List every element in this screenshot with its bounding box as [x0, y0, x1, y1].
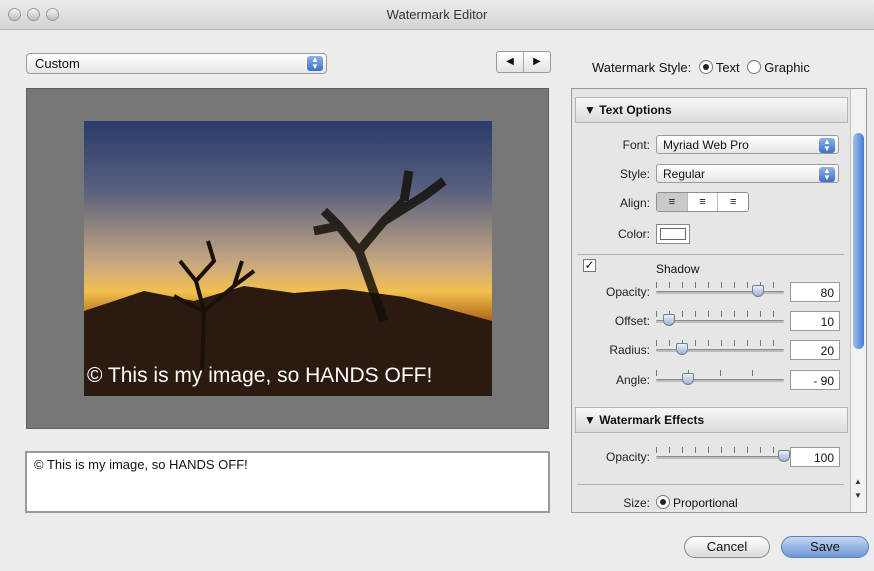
preview-area: © This is my image, so HANDS OFF!: [26, 88, 549, 429]
watermark-style-row: Watermark Style: Text Graphic: [592, 60, 810, 75]
watermark-text-input[interactable]: © This is my image, so HANDS OFF!: [25, 451, 550, 513]
watermark-effects-title: Watermark Effects: [599, 413, 705, 427]
shadow-offset-value[interactable]: 10: [790, 311, 840, 331]
disclosure-triangle-icon: ▼: [584, 413, 596, 427]
radio-proportional-icon[interactable]: [656, 495, 670, 509]
scroll-thumb[interactable]: [853, 133, 864, 349]
preview-photo: © This is my image, so HANDS OFF!: [84, 121, 492, 396]
align-label: Align:: [619, 196, 650, 210]
align-button-group: ≡ ≡ ≡: [656, 192, 749, 212]
color-swatch[interactable]: [656, 224, 690, 244]
text-options-title: Text Options: [599, 103, 672, 117]
preset-dropdown[interactable]: Custom ▲ ▼: [26, 53, 327, 74]
shadow-radius-label: Radius:: [609, 343, 650, 357]
effects-opacity-slider[interactable]: [656, 447, 790, 463]
photo-silhouette: [84, 170, 492, 396]
effects-opacity-value[interactable]: 100: [790, 447, 840, 467]
size-proportional-option[interactable]: Proportional: [656, 495, 738, 510]
watermark-effects-header[interactable]: ▼ Watermark Effects: [575, 407, 848, 433]
slider-thumb[interactable]: [675, 343, 688, 355]
disclosure-triangle-icon: ▼: [584, 103, 596, 117]
align-center-button[interactable]: ≡: [688, 193, 719, 211]
font-label: Font:: [622, 138, 650, 152]
dropdown-stepper-icon: ▲ ▼: [307, 56, 323, 71]
size-option-label: Proportional: [673, 496, 738, 510]
scroll-down-icon[interactable]: ▼: [854, 491, 862, 500]
shadow-angle-label: Angle:: [615, 373, 650, 387]
watermark-style-label: Watermark Style:: [592, 60, 692, 75]
title-bar: Watermark Editor: [0, 0, 874, 30]
font-dropdown[interactable]: Myriad Web Pro ▲ ▼: [656, 135, 839, 154]
style-dropdown[interactable]: Regular ▲ ▼: [656, 164, 839, 183]
radio-graphic-label[interactable]: Graphic: [764, 60, 810, 75]
preset-value: Custom: [35, 56, 80, 71]
cancel-button[interactable]: Cancel: [684, 536, 770, 558]
dropdown-stepper-icon: ▲ ▼: [819, 138, 835, 153]
divider: [577, 484, 844, 485]
radio-graphic-icon[interactable]: [747, 60, 762, 74]
slider-thumb[interactable]: [662, 314, 675, 326]
dropdown-stepper-icon: ▲ ▼: [819, 167, 835, 182]
shadow-offset-slider[interactable]: [656, 311, 784, 327]
shadow-angle-value[interactable]: - 90: [790, 370, 840, 390]
shadow-checkbox[interactable]: ✓: [583, 259, 596, 272]
shadow-label: Shadow: [656, 262, 700, 276]
size-label: Size:: [623, 496, 650, 510]
effects-opacity-label: Opacity:: [605, 450, 650, 464]
slider-thumb[interactable]: [752, 285, 765, 297]
previous-image-button[interactable]: ◀: [497, 52, 524, 72]
preview-navigation: ◀ ▶: [496, 51, 551, 73]
shadow-radius-slider[interactable]: [656, 340, 784, 356]
save-button[interactable]: Save: [781, 536, 869, 558]
style-label: Style:: [619, 167, 650, 181]
align-right-button[interactable]: ≡: [718, 193, 748, 211]
panel-scrollbar[interactable]: ▲ ▼: [850, 89, 866, 512]
shadow-opacity-slider[interactable]: [656, 282, 784, 298]
slider-thumb[interactable]: [682, 373, 694, 385]
font-value: Myriad Web Pro: [663, 138, 749, 152]
watermark-editor-window: Watermark Editor Custom ▲ ▼ ◀ ▶ © This is…: [0, 0, 874, 571]
align-left-button[interactable]: ≡: [657, 193, 688, 211]
text-options-header[interactable]: ▼ Text Options: [575, 97, 848, 123]
divider: [577, 254, 844, 255]
radio-text-label[interactable]: Text: [716, 60, 740, 75]
shadow-offset-label: Offset:: [614, 314, 650, 328]
shadow-opacity-label: Opacity:: [605, 285, 650, 299]
color-label: Color:: [617, 227, 650, 241]
color-swatch-fill: [660, 228, 686, 240]
window-title: Watermark Editor: [386, 7, 488, 22]
radio-text-icon[interactable]: [698, 60, 713, 74]
scroll-up-icon[interactable]: ▲: [854, 477, 862, 486]
next-image-button[interactable]: ▶: [524, 52, 550, 72]
shadow-opacity-value[interactable]: 80: [790, 282, 840, 302]
watermark-caption: © This is my image, so HANDS OFF!: [87, 364, 433, 387]
slider-thumb[interactable]: [778, 450, 790, 462]
shadow-radius-value[interactable]: 20: [790, 340, 840, 360]
shadow-angle-slider[interactable]: [656, 370, 784, 386]
style-value: Regular: [663, 167, 706, 181]
